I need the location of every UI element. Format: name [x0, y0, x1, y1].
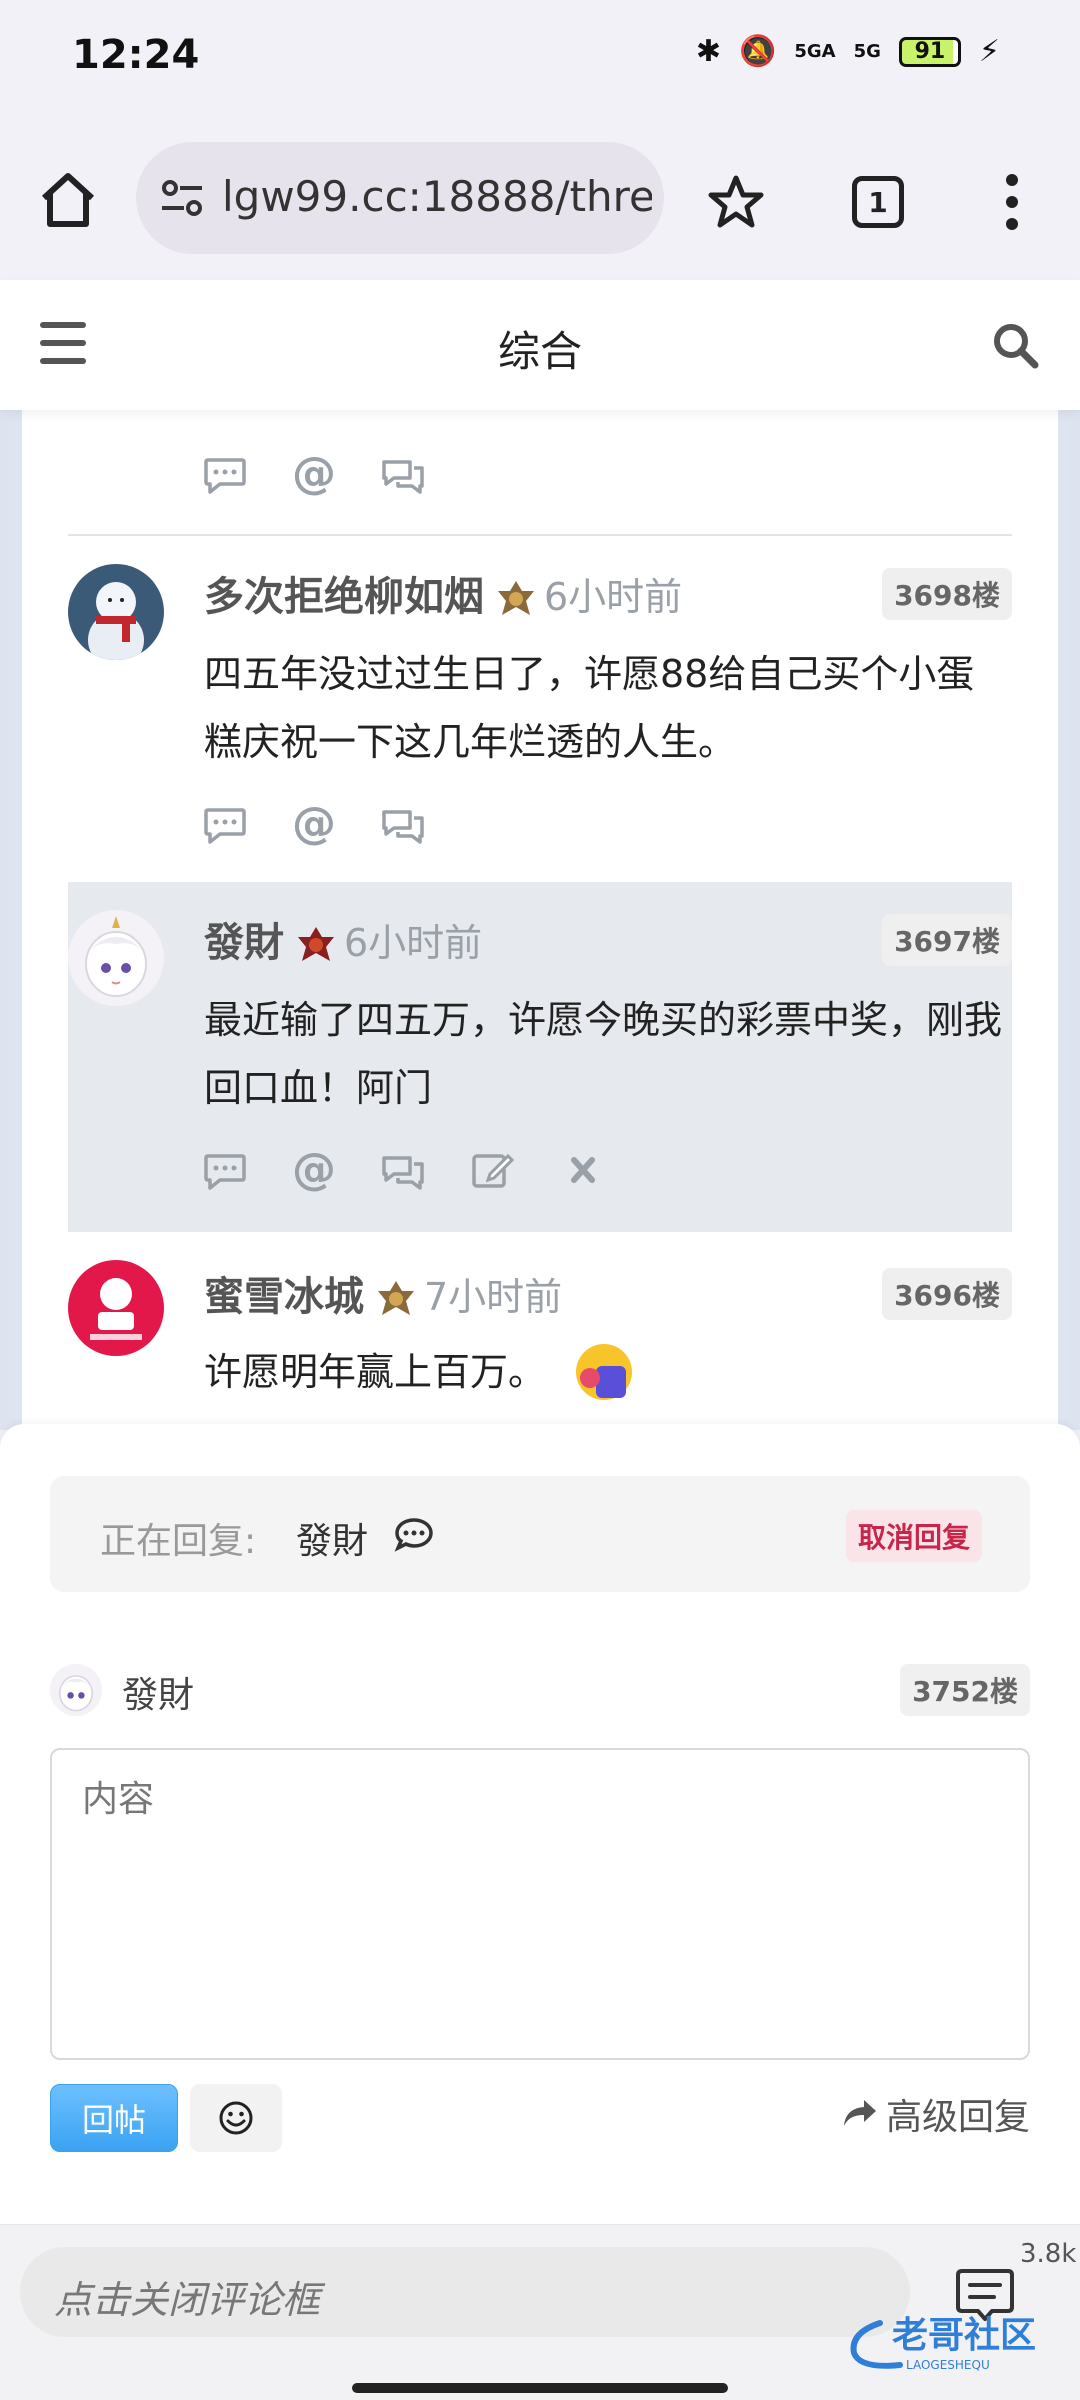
mute-bell-icon: 🔕 [739, 34, 777, 69]
level-badge-icon [498, 581, 534, 615]
comment-body: 许愿明年赢上百万。 [204, 1338, 642, 1410]
home-button[interactable] [36, 168, 100, 232]
comment-item: 多次拒绝柳如烟 6小时前 3698楼 四五年没过过生日了，许愿88给自己买个小蛋糕… [68, 564, 1012, 864]
mention-icon[interactable]: @ [292, 1148, 336, 1192]
post-actions: @ [202, 1148, 606, 1192]
browser-menu-button[interactable] [994, 170, 1030, 234]
composer-floor-badge: 3752楼 [900, 1664, 1030, 1716]
search-icon[interactable] [990, 320, 1040, 370]
floor-badge: 3697楼 [882, 914, 1012, 966]
comment-item: 蜜雪冰城 7小时前 3696楼 许愿明年赢上百万。 [68, 1250, 1012, 1430]
quote-reply-icon[interactable] [380, 454, 426, 494]
comment-time: 6小时前 [344, 921, 483, 965]
comment-author[interactable]: 發財 6小时前 [204, 910, 482, 968]
star-icon [708, 175, 764, 228]
floor-badge: 3696楼 [882, 1268, 1012, 1320]
bluetooth-icon: ✱ [695, 34, 722, 69]
mention-icon[interactable]: @ [292, 802, 336, 846]
site-settings-icon[interactable] [158, 174, 206, 222]
quote-reply-icon[interactable] [380, 1150, 426, 1190]
site-header: 综合 [0, 280, 1080, 410]
comment-time: 6小时前 [544, 575, 683, 619]
smiley-icon [219, 2101, 253, 2135]
comment-icon[interactable] [202, 1150, 248, 1190]
bookmark-button[interactable] [706, 172, 766, 232]
replying-to-bar: 正在回复: 發財 取消回复 [50, 1476, 1030, 1592]
charging-icon: ⚡ [978, 34, 1000, 69]
mixue-logo-avatar-image [68, 1260, 164, 1356]
snowman-avatar-image [68, 564, 164, 660]
replying-label: 正在回复: [100, 1521, 257, 1562]
replying-to-name: 發財 [296, 1521, 369, 1562]
comment-author[interactable]: 蜜雪冰城 7小时前 [204, 1264, 562, 1322]
page-title: 综合 [497, 327, 582, 376]
address-bar[interactable]: lgw99.cc:18888/threa [136, 142, 664, 254]
status-time: 12:24 [72, 32, 200, 78]
close-comment-box-button[interactable]: 点击关闭评论框 [20, 2247, 910, 2337]
comment-body: 最近输了四五万，许愿今晚买的彩票中奖，刚我回口血！阿门 [204, 998, 1003, 1110]
comment-time: 7小时前 [424, 1275, 563, 1319]
reply-content-input[interactable] [50, 1748, 1030, 2060]
more-vertical-icon [1006, 174, 1018, 230]
battery-icon: 91 [898, 36, 961, 67]
reply-panel: 正在回复: 發財 取消回复 發財 3752楼 回帖 高级回复 [0, 1424, 1080, 2224]
bottom-comment-bar: 点击关闭评论框 3.8k 老哥社区 LAOGESHEQU [0, 2224, 1080, 2400]
tab-switcher-button[interactable]: 1 [852, 176, 904, 228]
mention-icon[interactable]: @ [292, 452, 336, 496]
svg-text:老哥社区: 老哥社区 [892, 2315, 1036, 2356]
status-icons: ✱ 🔕 5GA 5G 91 ⚡ [696, 34, 1000, 69]
comment-count: 3.8k [1020, 2239, 1077, 2269]
share-arrow-icon [843, 2100, 876, 2126]
delete-icon[interactable] [560, 1150, 606, 1190]
gesture-navigation-bar[interactable] [352, 2383, 728, 2393]
home-icon [41, 173, 95, 227]
submit-reply-button[interactable]: 回帖 [50, 2084, 178, 2152]
advanced-reply-link[interactable]: 高级回复 [842, 2088, 1030, 2140]
emoji-sticker-icon [576, 1343, 633, 1400]
signal-5g-icon: 5G [853, 41, 881, 62]
divider [68, 534, 1012, 536]
watermark-logo: 老哥社区 LAOGESHEQU [850, 2315, 1036, 2372]
avatar[interactable] [68, 1260, 164, 1356]
signal-5ga-icon: 5GA [794, 41, 836, 62]
edit-icon[interactable] [470, 1150, 516, 1190]
anime-girl-avatar-image [50, 1664, 102, 1716]
comment-body: 四五年没过过生日了，许愿88给自己买个小蛋糕庆祝一下这几年烂透的人生。 [204, 652, 975, 764]
post-actions: @ [202, 452, 426, 496]
level-badge-icon [298, 927, 334, 961]
status-bar: 12:24 ✱ 🔕 5GA 5G 91 ⚡ [0, 0, 1080, 120]
avatar[interactable] [68, 910, 164, 1006]
comment-icon[interactable] [202, 804, 248, 844]
anime-girl-avatar-image [68, 910, 164, 1006]
emoji-button[interactable] [190, 2084, 282, 2152]
comment-item-highlighted: 發財 6小时前 3697楼 最近输了四五万，许愿今晚买的彩票中奖，刚我回口血！阿门… [68, 882, 1012, 1232]
level-badge-icon [378, 1281, 414, 1315]
avatar[interactable] [68, 564, 164, 660]
browser-toolbar: lgw99.cc:18888/threa 1 [0, 120, 1080, 280]
composer-username: 發財 [122, 1675, 195, 1716]
comment-icon [394, 1518, 433, 1552]
floor-badge: 3698楼 [882, 568, 1012, 620]
url-text[interactable]: lgw99.cc:18888/threa [222, 172, 652, 221]
post-actions: @ [202, 802, 426, 846]
comment-icon[interactable] [202, 454, 248, 494]
svg-text:LAOGESHEQU: LAOGESHEQU [906, 2358, 990, 2372]
comment-author[interactable]: 多次拒绝柳如烟 6小时前 [204, 564, 682, 622]
composer-avatar [50, 1664, 102, 1716]
cancel-reply-button[interactable]: 取消回复 [845, 1510, 982, 1562]
quote-reply-icon[interactable] [380, 804, 426, 844]
